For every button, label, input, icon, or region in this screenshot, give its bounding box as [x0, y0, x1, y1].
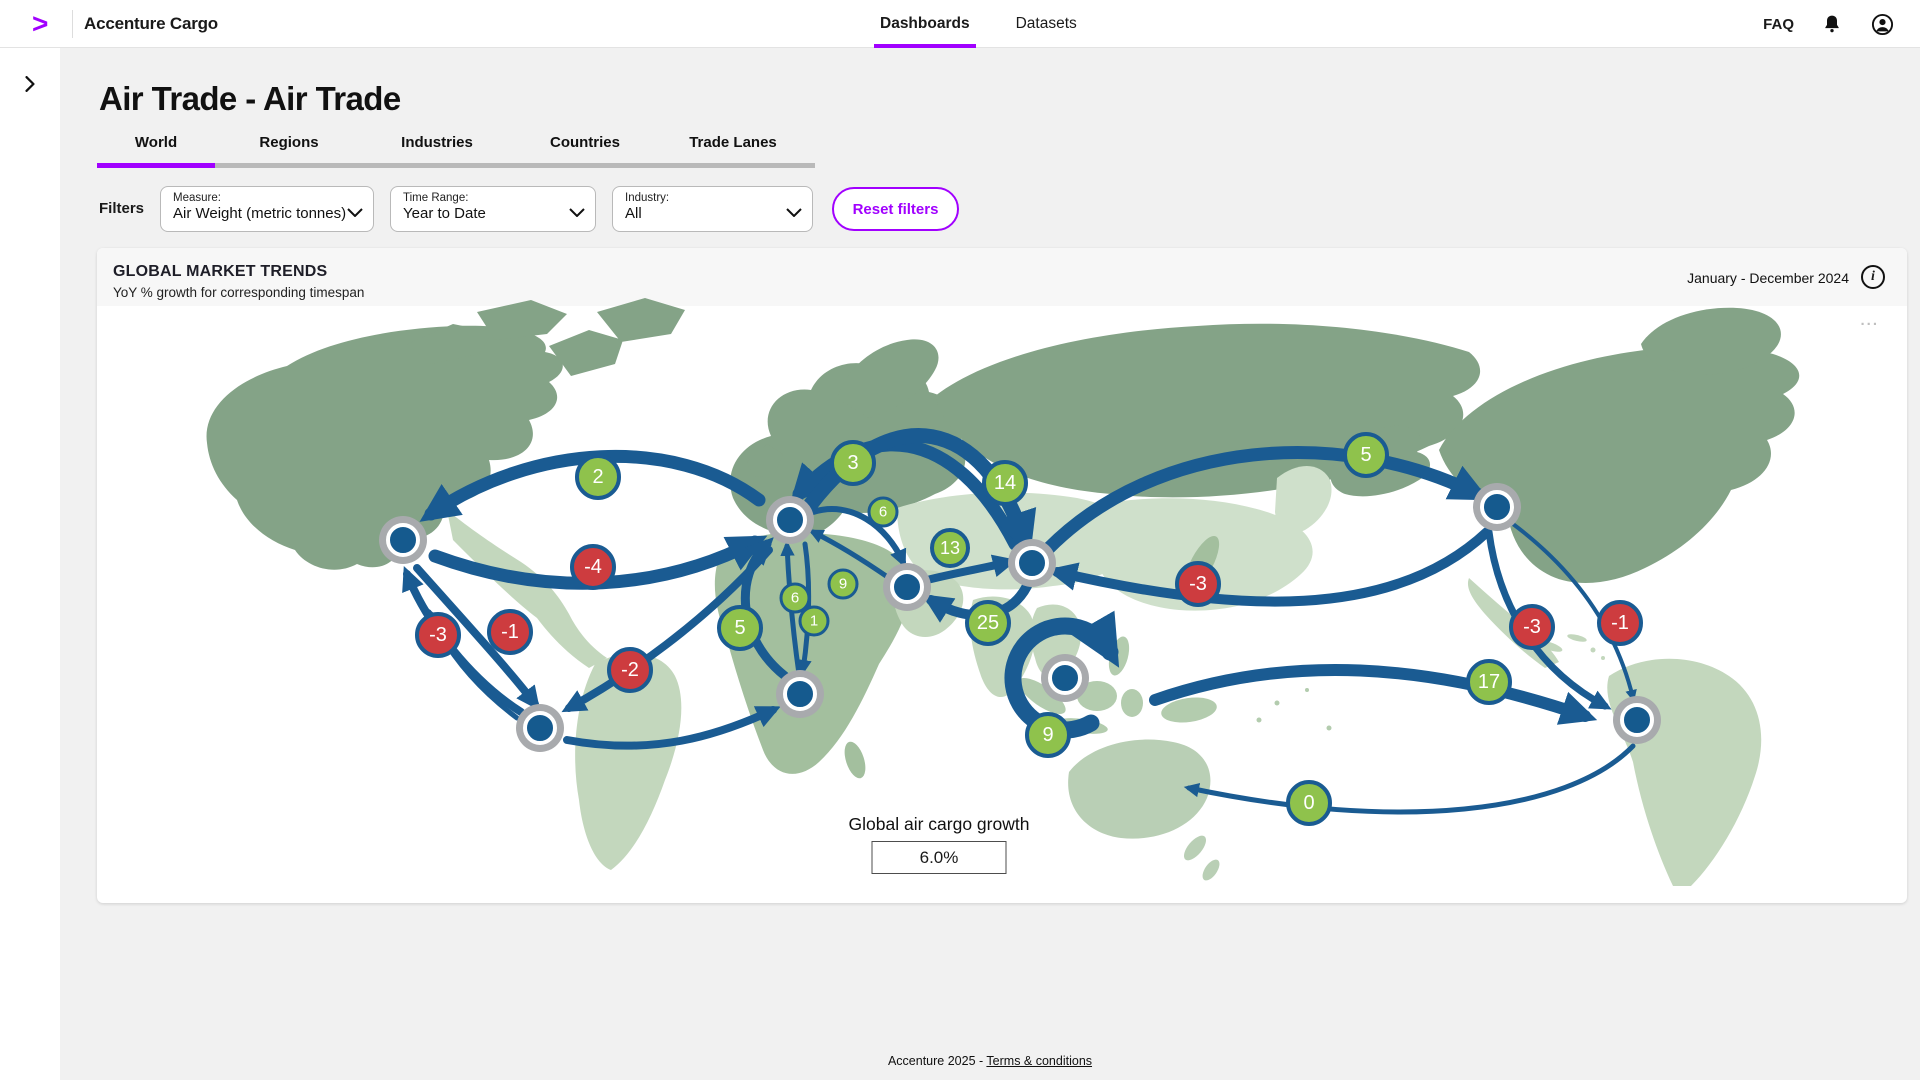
chevron-down-icon	[569, 204, 585, 222]
nav-tab-dashboards[interactable]: Dashboards	[880, 0, 970, 48]
chevron-down-icon	[347, 204, 363, 222]
nav-tab-datasets[interactable]: Datasets	[1016, 0, 1077, 48]
growth-badge[interactable]: 5	[717, 605, 763, 651]
dropdown-label: Measure:	[173, 192, 361, 204]
dropdown-value: Year to Date	[403, 205, 583, 222]
left-sidebar	[0, 48, 60, 1080]
tab-world[interactable]: World	[97, 134, 215, 151]
dropdown-value: All	[625, 205, 800, 222]
tab-underline-active	[97, 163, 215, 168]
active-tab-underline	[874, 44, 976, 48]
page-footer: Accenture 2025 - Terms & conditions	[60, 1054, 1920, 1068]
dropdown-label: Time Range:	[403, 192, 583, 204]
growth-badge[interactable]: 25	[965, 600, 1011, 646]
growth-badge[interactable]: 5	[1343, 432, 1389, 478]
region-node-africa[interactable]	[783, 677, 817, 711]
account-avatar-icon[interactable]	[1870, 12, 1894, 36]
growth-badge[interactable]: -2	[607, 647, 653, 693]
trade-map-overlay: 2-4-3-1-25619361413259-35-3-1170	[97, 248, 1907, 903]
nav-tab-label: Datasets	[1016, 15, 1077, 33]
growth-badge[interactable]: 9	[828, 569, 859, 600]
terms-link[interactable]: Terms & conditions	[986, 1054, 1092, 1068]
growth-badge[interactable]: -4	[570, 544, 616, 590]
growth-badge[interactable]: 1	[799, 606, 830, 637]
sidebar-expand-button[interactable]	[18, 72, 42, 96]
region-node-east-asia[interactable]	[1015, 546, 1049, 580]
growth-badge[interactable]: -1	[1597, 600, 1643, 646]
growth-badge[interactable]: -1	[487, 609, 533, 655]
main-content: Air Trade - Air Trade World Regions Indu…	[60, 48, 1920, 1080]
footer-text: Accenture 2025 -	[888, 1054, 986, 1068]
page-title: Air Trade - Air Trade	[99, 80, 401, 118]
page-tabs: World Regions Industries Countries Trade…	[97, 134, 815, 151]
global-market-trends-card: 2-4-3-1-25619361413259-35-3-1170 GLOBAL …	[97, 248, 1907, 903]
nav-tab-label: Dashboards	[880, 15, 970, 33]
top-nav: > Accenture Cargo Dashboards Datasets FA…	[0, 0, 1920, 48]
reset-filters-button[interactable]: Reset filters	[832, 187, 959, 231]
faq-link[interactable]: FAQ	[1763, 16, 1794, 33]
tab-trade-lanes[interactable]: Trade Lanes	[659, 134, 807, 151]
region-node-north-america-east[interactable]	[1480, 490, 1514, 524]
chevron-right-icon	[25, 76, 35, 92]
nav-right-actions: FAQ	[1763, 0, 1894, 48]
nav-divider	[72, 10, 73, 38]
dropdown-label: Industry:	[625, 192, 800, 204]
filters-label: Filters	[99, 200, 144, 217]
growth-badge[interactable]: 0	[1286, 780, 1332, 826]
industry-dropdown[interactable]: Industry: All	[612, 186, 813, 232]
growth-badge[interactable]: -3	[1509, 604, 1555, 650]
region-node-middle-east[interactable]	[890, 570, 924, 604]
region-node-north-america-west[interactable]	[386, 523, 420, 557]
growth-badge[interactable]: 3	[830, 440, 876, 486]
region-node-southeast-asia[interactable]	[1048, 661, 1082, 695]
region-node-europe[interactable]	[773, 503, 807, 537]
global-growth-label: Global air cargo growth	[849, 814, 1030, 835]
region-node-south-america-west[interactable]	[523, 711, 557, 745]
growth-badge[interactable]: 17	[1466, 659, 1512, 705]
accenture-logo-icon[interactable]: >	[32, 8, 48, 40]
growth-badge[interactable]: 14	[982, 460, 1028, 506]
growth-badge[interactable]: 6	[868, 497, 899, 528]
measure-dropdown[interactable]: Measure: Air Weight (metric tonnes)	[160, 186, 374, 232]
growth-badge[interactable]: 2	[575, 454, 621, 500]
notifications-bell-icon[interactable]	[1820, 12, 1844, 36]
app-title: Accenture Cargo	[84, 14, 218, 34]
tab-industries[interactable]: Industries	[363, 134, 511, 151]
tab-underline-track	[97, 163, 815, 168]
chevron-down-icon	[786, 204, 802, 222]
tab-countries[interactable]: Countries	[511, 134, 659, 151]
growth-badge[interactable]: 9	[1025, 712, 1071, 758]
time-range-dropdown[interactable]: Time Range: Year to Date	[390, 186, 596, 232]
global-growth-value: 6.0%	[872, 841, 1007, 874]
growth-badge[interactable]: -3	[415, 612, 461, 658]
growth-badge[interactable]: 13	[930, 528, 970, 568]
tab-regions[interactable]: Regions	[215, 134, 363, 151]
nav-tabs: Dashboards Datasets	[880, 0, 1077, 48]
region-node-south-america-east[interactable]	[1620, 703, 1654, 737]
dropdown-value: Air Weight (metric tonnes)	[173, 205, 361, 222]
growth-badge[interactable]: -3	[1175, 561, 1221, 607]
